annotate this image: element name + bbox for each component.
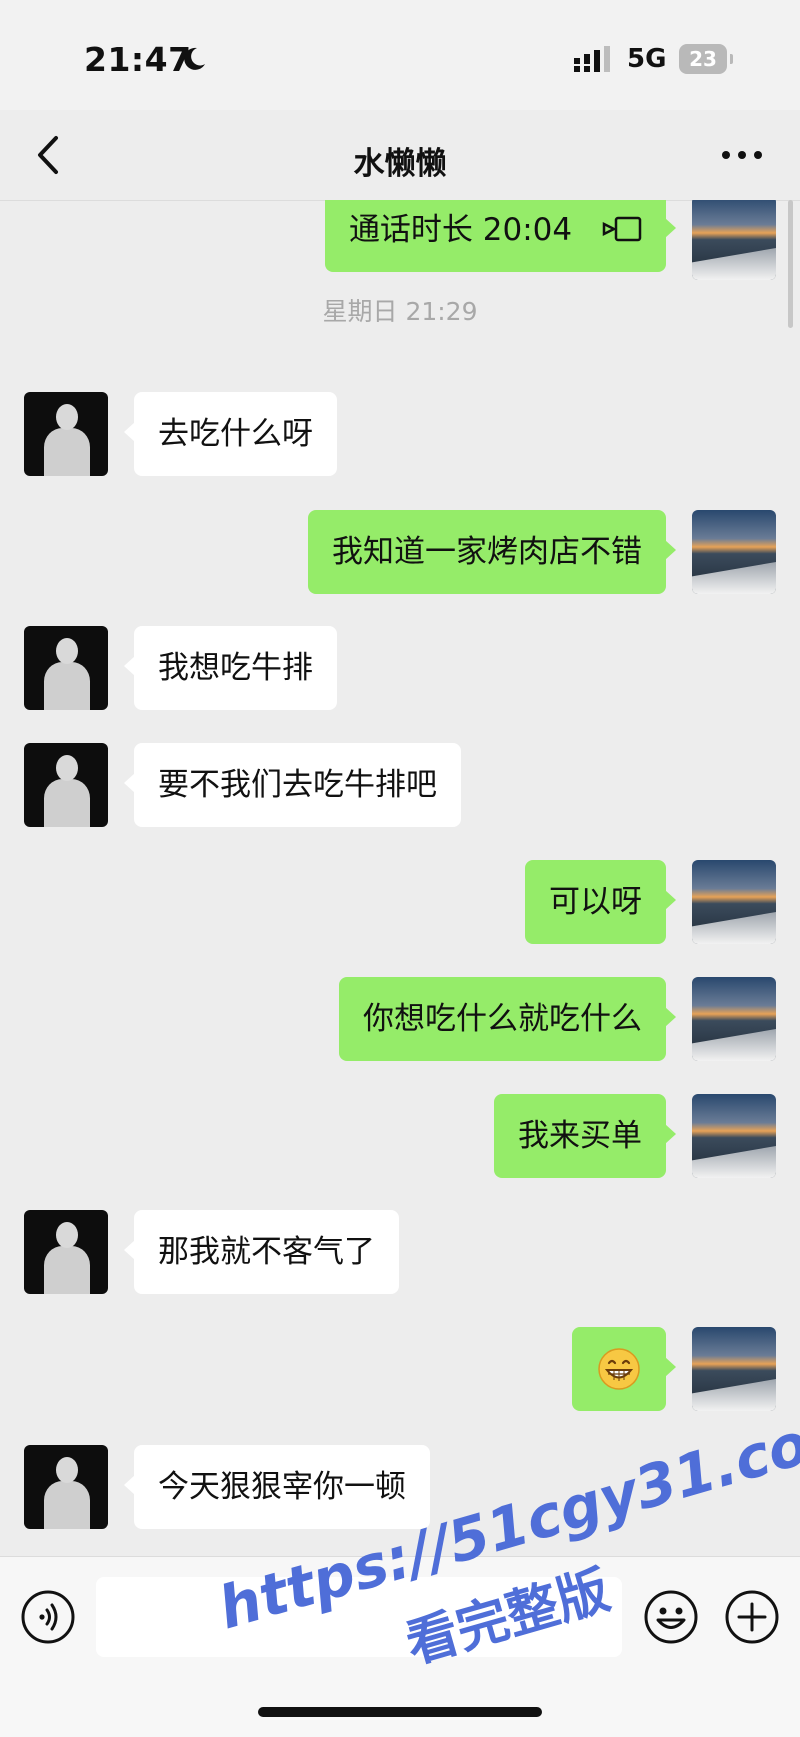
incoming-message[interactable]: 我想吃牛排: [124, 626, 337, 710]
outgoing-message[interactable]: 你想吃什么就吃什么: [339, 977, 676, 1061]
home-indicator[interactable]: [258, 1707, 542, 1717]
contact-avatar[interactable]: [24, 392, 108, 476]
call-duration-text: 通话时长 20:04: [348, 212, 573, 248]
outgoing-message[interactable]: 可以呀: [525, 860, 676, 944]
plus-icon[interactable]: [724, 1589, 780, 1645]
video-call-icon: [602, 216, 642, 241]
more-dots-icon[interactable]: [720, 140, 764, 170]
contact-avatar[interactable]: [24, 1210, 108, 1294]
call-record-bubble[interactable]: 通话时长 20:04: [324, 200, 677, 272]
status-bar: 21:47 5G 23: [0, 0, 800, 110]
outgoing-message[interactable]: 我来买单: [494, 1094, 676, 1178]
signal-icon: [574, 46, 610, 72]
message-input[interactable]: [96, 1577, 622, 1657]
outgoing-message[interactable]: 我知道一家烤肉店不错: [308, 510, 676, 594]
moon-icon: [184, 47, 205, 70]
incoming-message[interactable]: 今天狠狠宰你一顿: [124, 1445, 430, 1529]
status-time: 21:47: [84, 40, 192, 79]
voice-icon[interactable]: [20, 1589, 76, 1645]
smile-icon[interactable]: [643, 1589, 699, 1645]
contact-avatar[interactable]: [24, 743, 108, 827]
timestamp: 星期日 21:29: [322, 297, 478, 326]
my-avatar[interactable]: [692, 1327, 776, 1411]
input-bar: [0, 1556, 800, 1737]
my-avatar[interactable]: [692, 977, 776, 1061]
my-avatar[interactable]: [692, 200, 776, 280]
incoming-message[interactable]: 那我就不客气了: [124, 1210, 399, 1294]
incoming-message[interactable]: 去吃什么呀: [124, 392, 337, 476]
grinning-face-icon: [598, 1348, 640, 1390]
contact-avatar[interactable]: [24, 626, 108, 710]
message-list[interactable]: 通话时长 20:04 星期日 21:29 去吃什么呀 我知道一家烤肉店不错 我想…: [0, 200, 800, 1556]
battery-tip: [730, 54, 733, 64]
incoming-message[interactable]: 要不我们去吃牛排吧: [124, 743, 461, 827]
chat-title: 水懒懒: [353, 146, 447, 182]
contact-avatar[interactable]: [24, 1445, 108, 1529]
chat-header: 水懒懒: [0, 110, 800, 201]
my-avatar[interactable]: [692, 510, 776, 594]
network-label: 5G: [627, 44, 667, 74]
outgoing-emoji-message[interactable]: [572, 1327, 676, 1411]
my-avatar[interactable]: [692, 1094, 776, 1178]
battery-indicator: 23: [679, 44, 727, 74]
my-avatar[interactable]: [692, 860, 776, 944]
